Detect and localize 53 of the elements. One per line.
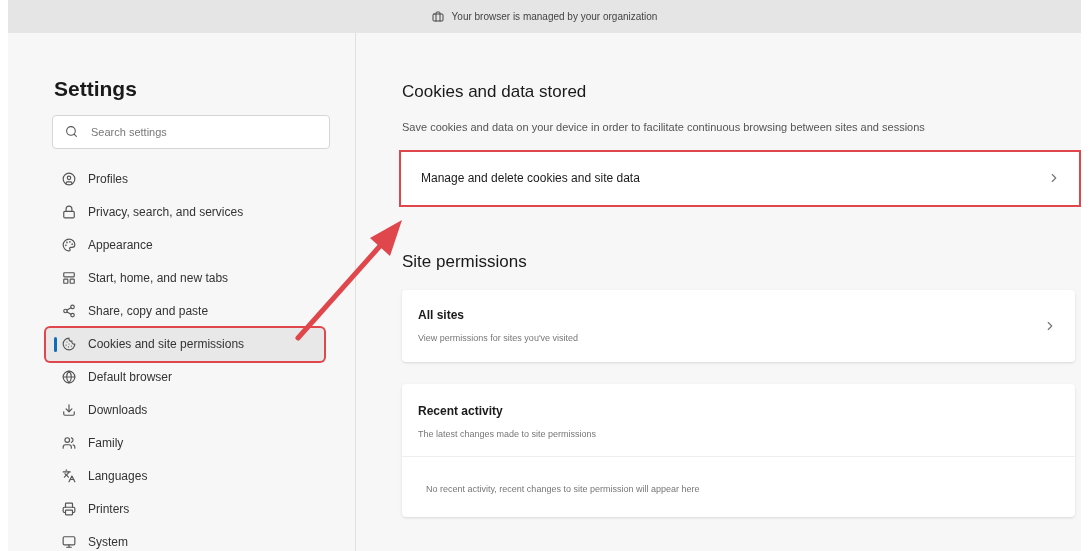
globe-icon xyxy=(62,370,76,384)
section-title: Cookies and data stored xyxy=(402,81,588,103)
section-description: Save cookies and data on your device in order to facilitate continuous browsing between sites and sessions xyxy=(402,119,926,135)
sidebar-item[interactable]: Family xyxy=(52,426,331,460)
layout-icon xyxy=(62,271,76,285)
languages-icon xyxy=(62,469,76,483)
sidebar-item[interactable]: Start, home, and new tabs xyxy=(52,261,331,295)
profile-icon xyxy=(62,172,76,186)
sidebar-item[interactable]: Printers xyxy=(52,492,331,526)
lock-icon xyxy=(62,205,76,219)
share-icon xyxy=(62,304,76,318)
card-subtitle: The latest changes made to site permissions xyxy=(418,428,598,441)
sidebar-item[interactable]: Privacy, search, and services xyxy=(52,195,331,229)
sidebar-item[interactable]: Default browser xyxy=(52,360,331,394)
cookie-icon xyxy=(62,337,76,351)
selection-indicator xyxy=(54,336,57,352)
sidebar-item-label: Default browser xyxy=(88,369,173,386)
monitor-icon xyxy=(62,535,76,549)
all-sites-card[interactable]: All sites View permissions for sites you've visited xyxy=(402,290,1075,362)
section-title: Site permissions xyxy=(402,250,528,273)
sidebar-item[interactable]: Cookies and site permissions xyxy=(46,327,324,361)
search-field[interactable]: Search settings xyxy=(52,114,330,149)
palette-icon xyxy=(62,238,76,252)
empty-message: No recent activity, recent changes to site permission will appear here xyxy=(426,483,700,494)
sidebar-item-label: Family xyxy=(88,435,124,452)
card-title: All sites xyxy=(418,307,466,325)
sidebar-item-label: Cookies and site permissions xyxy=(88,336,245,353)
people-icon xyxy=(62,436,76,450)
sidebar-item-label: Profiles xyxy=(88,171,128,188)
card-title: Recent activity xyxy=(418,403,504,420)
sidebar-item[interactable]: Downloads xyxy=(52,393,331,427)
sidebar-item[interactable]: Share, copy and paste xyxy=(52,294,331,328)
manage-cookies-label: Manage and delete cookies and site data xyxy=(421,170,640,187)
sidebar-item-label: Start, home, and new tabs xyxy=(88,270,229,287)
manage-cookies-row[interactable]: Manage and delete cookies and site data xyxy=(399,149,1081,207)
sidebar-item-label: Appearance xyxy=(88,237,153,254)
sidebar-item[interactable]: Appearance xyxy=(52,228,331,262)
banner-text: Your browser is managed by your organization xyxy=(451,10,658,24)
printer-icon xyxy=(62,502,76,516)
search-icon xyxy=(65,124,78,138)
sidebar-item-label: Privacy, search, and services xyxy=(88,204,244,221)
sidebar-item[interactable]: Languages xyxy=(52,459,331,493)
sidebar-item-label: Downloads xyxy=(88,402,148,419)
sidebar-item-label: Languages xyxy=(88,468,148,485)
download-icon xyxy=(62,403,76,417)
sidebar-item[interactable]: System xyxy=(52,525,331,551)
briefcase-icon xyxy=(431,10,444,23)
sidebar-item[interactable]: Profiles xyxy=(52,162,331,196)
card-subtitle: View permissions for sites you've visited xyxy=(418,332,579,346)
sidebar-item-label: System xyxy=(88,534,128,551)
settings-title: Settings xyxy=(54,76,138,102)
sidebar-item-label: Printers xyxy=(88,501,130,518)
sidebar-item-label: Share, copy and paste xyxy=(88,303,209,320)
